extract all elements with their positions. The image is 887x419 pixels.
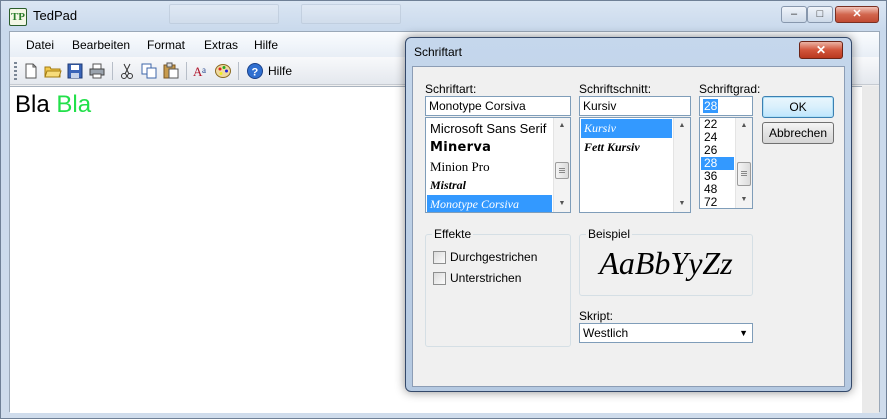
underline-label[interactable]: Unterstrichen: [450, 271, 521, 285]
new-file-icon[interactable]: [22, 62, 40, 80]
style-list-scrollbar[interactable]: ▲ ▼: [673, 118, 690, 212]
font-list[interactable]: Microsoft Sans Serif Minerva Minion Pro …: [425, 117, 571, 213]
script-label: Skript:: [579, 309, 614, 323]
font-list-item[interactable]: Minerva: [427, 138, 552, 157]
size-list-item[interactable]: 22: [701, 118, 734, 131]
font-icon[interactable]: Aa: [192, 62, 210, 80]
style-input[interactable]: Kursiv: [579, 96, 691, 116]
scroll-thumb[interactable]: [555, 162, 569, 179]
print-icon[interactable]: [88, 62, 106, 80]
dialog-close-button[interactable]: ✕: [799, 41, 843, 59]
style-list-item[interactable]: Fett Kursiv: [581, 138, 672, 157]
background-window-ghost: [169, 4, 279, 24]
style-list-item-selected[interactable]: Kursiv: [581, 119, 672, 138]
window-title: TedPad: [33, 8, 78, 23]
menu-bearbeiten[interactable]: Bearbeiten: [72, 38, 130, 52]
dialog-title: Schriftart: [414, 45, 463, 59]
document-text: Bla Bla: [15, 91, 91, 119]
chevron-down-icon[interactable]: ▼: [739, 324, 748, 342]
background-window-ghost: [301, 4, 401, 24]
effects-label: Effekte: [432, 227, 474, 241]
dialog-body: Schriftart: Monotype Corsiva Microsoft S…: [412, 66, 845, 387]
font-input[interactable]: Monotype Corsiva: [425, 96, 571, 116]
font-dialog: Schriftart ✕ Schriftart: Monotype Corsiv…: [405, 37, 852, 392]
save-icon[interactable]: [66, 62, 84, 80]
sample-group: Beispiel AaBbYyZz: [579, 227, 753, 296]
open-folder-icon[interactable]: [44, 62, 62, 80]
app-icon: TP: [9, 8, 27, 26]
size-list-item[interactable]: 26: [701, 144, 734, 157]
ok-button[interactable]: OK: [762, 96, 834, 118]
toolbar-help-label[interactable]: Hilfe: [268, 64, 292, 78]
svg-text:?: ?: [252, 67, 259, 79]
scroll-up-arrow-icon[interactable]: ▲: [554, 118, 570, 134]
menu-hilfe[interactable]: Hilfe: [254, 38, 278, 52]
strikeout-checkbox[interactable]: [433, 251, 446, 264]
font-list-item[interactable]: Minion Pro: [427, 157, 552, 176]
script-select[interactable]: Westlich ▼: [579, 323, 753, 343]
size-list[interactable]: 22 24 26 28 36 48 72 ▲ ▼: [699, 117, 753, 209]
scroll-down-arrow-icon[interactable]: ▼: [554, 196, 570, 212]
underline-checkbox[interactable]: [433, 272, 446, 285]
editor-scrollbar[interactable]: [862, 86, 879, 413]
menu-datei[interactable]: Datei: [26, 38, 54, 52]
sample-label: Beispiel: [586, 227, 633, 241]
menu-extras[interactable]: Extras: [204, 38, 238, 52]
doc-word-2: Bla: [56, 91, 92, 118]
font-list-item[interactable]: Microsoft Sans Serif: [427, 119, 552, 138]
size-list-item[interactable]: 24: [701, 131, 734, 144]
toolbar-grip[interactable]: [14, 62, 17, 80]
size-list-item[interactable]: 36: [701, 170, 734, 183]
paste-icon[interactable]: [162, 62, 180, 80]
scroll-up-arrow-icon[interactable]: ▲: [674, 118, 690, 134]
font-list-item[interactable]: Mistral: [427, 176, 552, 195]
doc-word-1: Bla: [15, 91, 50, 118]
size-list-item[interactable]: 72: [701, 196, 734, 208]
font-label: Schriftart:: [425, 82, 477, 96]
style-label: Schriftschnitt:: [579, 82, 652, 96]
effects-group: Effekte Durchgestrichen Unterstrichen: [425, 227, 571, 347]
size-list-scrollbar[interactable]: ▲ ▼: [735, 118, 752, 208]
font-list-scrollbar[interactable]: ▲ ▼: [553, 118, 570, 212]
close-button[interactable]: ✕: [835, 6, 879, 23]
svg-text:a: a: [202, 65, 206, 75]
size-input[interactable]: 28: [699, 96, 753, 116]
menu-format[interactable]: Format: [147, 38, 185, 52]
minimize-button[interactable]: –: [781, 6, 807, 23]
scroll-thumb[interactable]: [737, 162, 751, 186]
scroll-up-arrow-icon[interactable]: ▲: [736, 118, 752, 134]
script-select-value: Westlich: [583, 326, 629, 340]
size-label: Schriftgrad:: [699, 82, 761, 96]
help-icon[interactable]: ?: [246, 62, 264, 80]
cancel-button[interactable]: Abbrechen: [762, 122, 834, 144]
cut-icon[interactable]: [118, 62, 136, 80]
color-palette-icon[interactable]: [214, 62, 232, 80]
strikeout-label[interactable]: Durchgestrichen: [450, 250, 537, 264]
toolbar-separator: [112, 62, 113, 80]
toolbar-separator: [186, 62, 187, 80]
sample-preview-text: AaBbYyZz: [599, 245, 733, 281]
size-list-item-selected[interactable]: 28: [701, 157, 734, 170]
scroll-down-arrow-icon[interactable]: ▼: [674, 196, 690, 212]
size-input-value: 28: [703, 99, 719, 113]
scroll-down-arrow-icon[interactable]: ▼: [736, 192, 752, 208]
maximize-button[interactable]: □: [807, 6, 833, 23]
toolbar-separator: [238, 62, 239, 80]
style-list[interactable]: Kursiv Fett Kursiv ▲ ▼: [579, 117, 691, 213]
title-bar[interactable]: TP TedPad – □ ✕: [1, 1, 886, 31]
size-list-item[interactable]: 48: [701, 183, 734, 196]
font-list-item-selected[interactable]: Monotype Corsiva: [427, 195, 552, 212]
copy-icon[interactable]: [140, 62, 158, 80]
